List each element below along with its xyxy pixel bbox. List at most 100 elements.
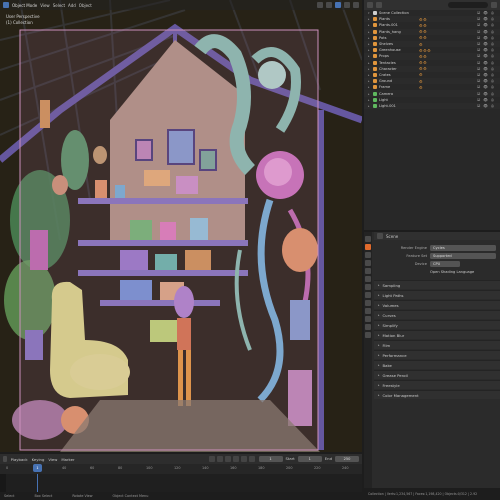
- eye-icon[interactable]: 👁: [483, 54, 488, 58]
- camera-icon[interactable]: ◎: [491, 85, 494, 89]
- checkbox-icon[interactable]: ☑: [477, 42, 480, 46]
- checkbox-icon[interactable]: ☑: [477, 85, 480, 89]
- panel-header[interactable]: ▸ Freestyle: [374, 380, 500, 389]
- constraints-tab-icon[interactable]: [365, 316, 371, 322]
- eye-icon[interactable]: 👁: [483, 11, 488, 15]
- panel-header[interactable]: ▸ Film: [374, 340, 500, 349]
- 3d-viewport[interactable]: Object Mode View Select Add Object User …: [0, 0, 362, 452]
- jump-start-icon[interactable]: [208, 456, 215, 462]
- checkbox-icon[interactable]: ☑: [477, 67, 480, 71]
- display-mode-icon[interactable]: [376, 2, 382, 8]
- checkbox-icon[interactable]: ☑: [477, 98, 480, 102]
- physics-tab-icon[interactable]: [365, 308, 371, 314]
- object-menu[interactable]: Object: [79, 3, 92, 8]
- overlays-icon[interactable]: [317, 2, 323, 8]
- play-icon[interactable]: [232, 456, 239, 462]
- camera-icon[interactable]: ◎: [491, 67, 494, 71]
- camera-icon[interactable]: ◎: [491, 30, 494, 34]
- expand-icon[interactable]: ▸: [368, 30, 371, 34]
- panel-header[interactable]: ▸ Motion Blur: [374, 330, 500, 339]
- xray-icon[interactable]: [326, 2, 332, 8]
- editor-type-icon[interactable]: [3, 2, 9, 8]
- panel-header[interactable]: ▸ Simplify: [374, 320, 500, 329]
- checkbox-icon[interactable]: ☑: [477, 54, 480, 58]
- playback-menu[interactable]: Playback: [11, 457, 28, 462]
- eye-icon[interactable]: 👁: [483, 92, 488, 96]
- camera-icon[interactable]: ◎: [491, 73, 494, 77]
- checkbox-icon[interactable]: ☑: [477, 61, 480, 65]
- view-menu[interactable]: View: [40, 3, 50, 8]
- panel-header[interactable]: ▸ Sampling: [374, 280, 500, 289]
- expand-icon[interactable]: ▸: [368, 54, 371, 58]
- data-tab-icon[interactable]: [365, 324, 371, 330]
- camera-icon[interactable]: ◎: [491, 92, 494, 96]
- eye-icon[interactable]: 👁: [483, 30, 488, 34]
- panel-header[interactable]: ▸ Grease Pencil: [374, 370, 500, 379]
- checkbox-icon[interactable]: ☑: [477, 30, 480, 34]
- camera-icon[interactable]: ◎: [491, 79, 494, 83]
- eye-icon[interactable]: 👁: [483, 17, 488, 21]
- eye-icon[interactable]: 👁: [483, 104, 488, 108]
- expand-icon[interactable]: ▸: [368, 104, 371, 108]
- expand-icon[interactable]: ▸: [368, 23, 371, 27]
- outliner-search-input[interactable]: [448, 2, 488, 8]
- eye-icon[interactable]: 👁: [483, 73, 488, 77]
- camera-icon[interactable]: ◎: [491, 11, 494, 15]
- expand-icon[interactable]: ▸: [368, 67, 371, 71]
- eye-icon[interactable]: 👁: [483, 48, 488, 52]
- start-frame-field[interactable]: 1: [297, 456, 322, 462]
- play-reverse-icon[interactable]: [224, 456, 231, 462]
- filter-icon[interactable]: [491, 2, 497, 8]
- checkbox-icon[interactable]: ☑: [477, 11, 480, 15]
- expand-icon[interactable]: ▸: [368, 92, 371, 96]
- scene-tab-icon[interactable]: [365, 268, 371, 274]
- expand-icon[interactable]: ▸: [368, 42, 371, 46]
- eye-icon[interactable]: 👁: [483, 98, 488, 102]
- expand-icon[interactable]: ▸: [368, 17, 371, 21]
- expand-icon[interactable]: ▸: [368, 73, 371, 77]
- expand-icon[interactable]: ▾: [368, 11, 371, 15]
- prev-key-icon[interactable]: [216, 456, 223, 462]
- object-tab-icon[interactable]: [365, 284, 371, 290]
- checkbox-icon[interactable]: ☑: [477, 36, 480, 40]
- render-engine-field[interactable]: Render Engine Cycles: [374, 244, 500, 252]
- eye-icon[interactable]: 👁: [483, 79, 488, 83]
- checkbox-icon[interactable]: ☑: [477, 104, 480, 108]
- camera-icon[interactable]: ◎: [491, 23, 494, 27]
- add-menu[interactable]: Add: [68, 3, 76, 8]
- timeline-editor-icon[interactable]: [3, 456, 7, 462]
- outliner-item[interactable]: ▸ Light.001 ☑ 👁 ◎: [364, 102, 500, 109]
- panel-header[interactable]: ▸ Performance: [374, 350, 500, 359]
- camera-icon[interactable]: ◎: [491, 36, 494, 40]
- expand-icon[interactable]: ▸: [368, 79, 371, 83]
- osl-checkbox[interactable]: Open Shading Language: [374, 268, 500, 276]
- output-tab-icon[interactable]: [365, 252, 371, 258]
- eye-icon[interactable]: 👁: [483, 67, 488, 71]
- eye-icon[interactable]: 👁: [483, 85, 488, 89]
- outliner-editor-icon[interactable]: [367, 2, 373, 8]
- playhead[interactable]: 1: [33, 464, 42, 472]
- end-frame-field[interactable]: 250: [335, 456, 359, 462]
- mode-selector[interactable]: Object Mode: [12, 3, 37, 8]
- checkbox-icon[interactable]: ☑: [477, 92, 480, 96]
- select-menu[interactable]: Select: [53, 3, 65, 8]
- jump-end-icon[interactable]: [248, 456, 255, 462]
- marker-menu[interactable]: Marker: [61, 457, 74, 462]
- expand-icon[interactable]: ▸: [368, 48, 371, 52]
- eye-icon[interactable]: 👁: [483, 23, 488, 27]
- camera-icon[interactable]: ◎: [491, 61, 494, 65]
- checkbox-icon[interactable]: ☑: [477, 79, 480, 83]
- solid-shading-icon[interactable]: [335, 2, 341, 8]
- material-tab-icon[interactable]: [365, 332, 371, 338]
- checkbox-icon[interactable]: ☑: [477, 23, 480, 27]
- eye-icon[interactable]: 👁: [483, 36, 488, 40]
- camera-icon[interactable]: ◎: [491, 98, 494, 102]
- checkbox-icon[interactable]: ☑: [477, 73, 480, 77]
- panel-header[interactable]: ▸ Light Paths: [374, 290, 500, 299]
- eye-icon[interactable]: 👁: [483, 42, 488, 46]
- tool-tab-icon[interactable]: [365, 236, 371, 242]
- eye-icon[interactable]: 👁: [483, 61, 488, 65]
- view-menu-timeline[interactable]: View: [48, 457, 57, 462]
- camera-icon[interactable]: ◎: [491, 42, 494, 46]
- expand-icon[interactable]: ▸: [368, 85, 371, 89]
